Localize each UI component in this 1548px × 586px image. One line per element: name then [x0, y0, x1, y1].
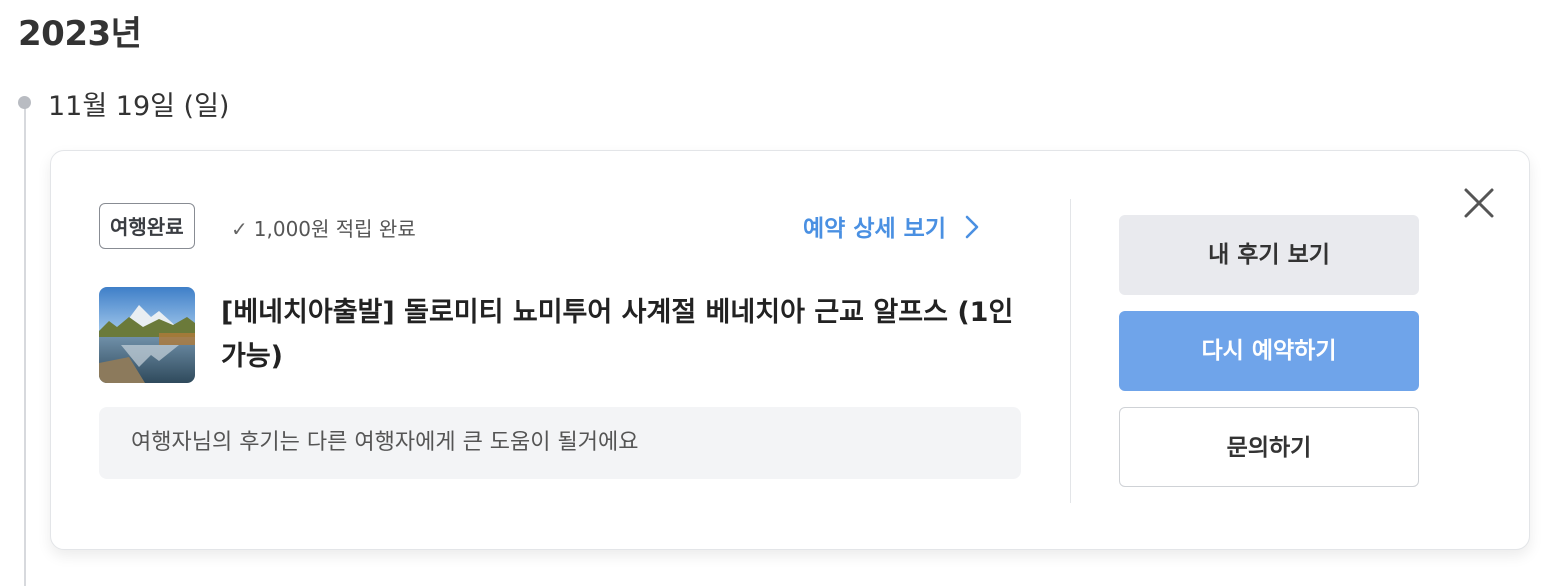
booking-detail-link[interactable]: 예약 상세 보기 — [803, 209, 979, 243]
status-badge: 여행완료 — [99, 203, 195, 249]
vertical-divider — [1070, 199, 1071, 503]
view-review-button[interactable]: 내 후기 보기 — [1119, 215, 1419, 295]
product-title[interactable]: [베네치아출발] 돌로미티 뇨미투어 사계절 베네치아 근교 알프스 (1인가능… — [221, 291, 1021, 379]
chevron-right-icon — [958, 215, 979, 242]
detail-link-label: 예약 상세 보기 — [803, 216, 946, 242]
points-text: 1,000원 적립 완료 — [253, 217, 416, 241]
check-icon: ✓ — [231, 217, 248, 241]
review-prompt-box[interactable]: 여행자님의 후기는 다른 여행자에게 큰 도움이 될거에요 — [99, 407, 1021, 479]
inquiry-button[interactable]: 문의하기 — [1119, 407, 1419, 487]
booking-card: 여행완료 ✓ 1,000원 적립 완료 예약 상세 보기 [베네치아출발] 돌로… — [50, 150, 1530, 550]
timeline-line — [24, 108, 26, 586]
date-label: 11월 19일 (일) — [48, 91, 230, 122]
timeline-dot — [18, 96, 31, 109]
points-info: ✓ 1,000원 적립 완료 — [231, 213, 416, 242]
close-icon[interactable] — [1461, 185, 1497, 221]
rebook-button[interactable]: 다시 예약하기 — [1119, 311, 1419, 391]
product-thumbnail[interactable] — [99, 287, 195, 383]
year-heading: 2023년 — [18, 14, 142, 54]
